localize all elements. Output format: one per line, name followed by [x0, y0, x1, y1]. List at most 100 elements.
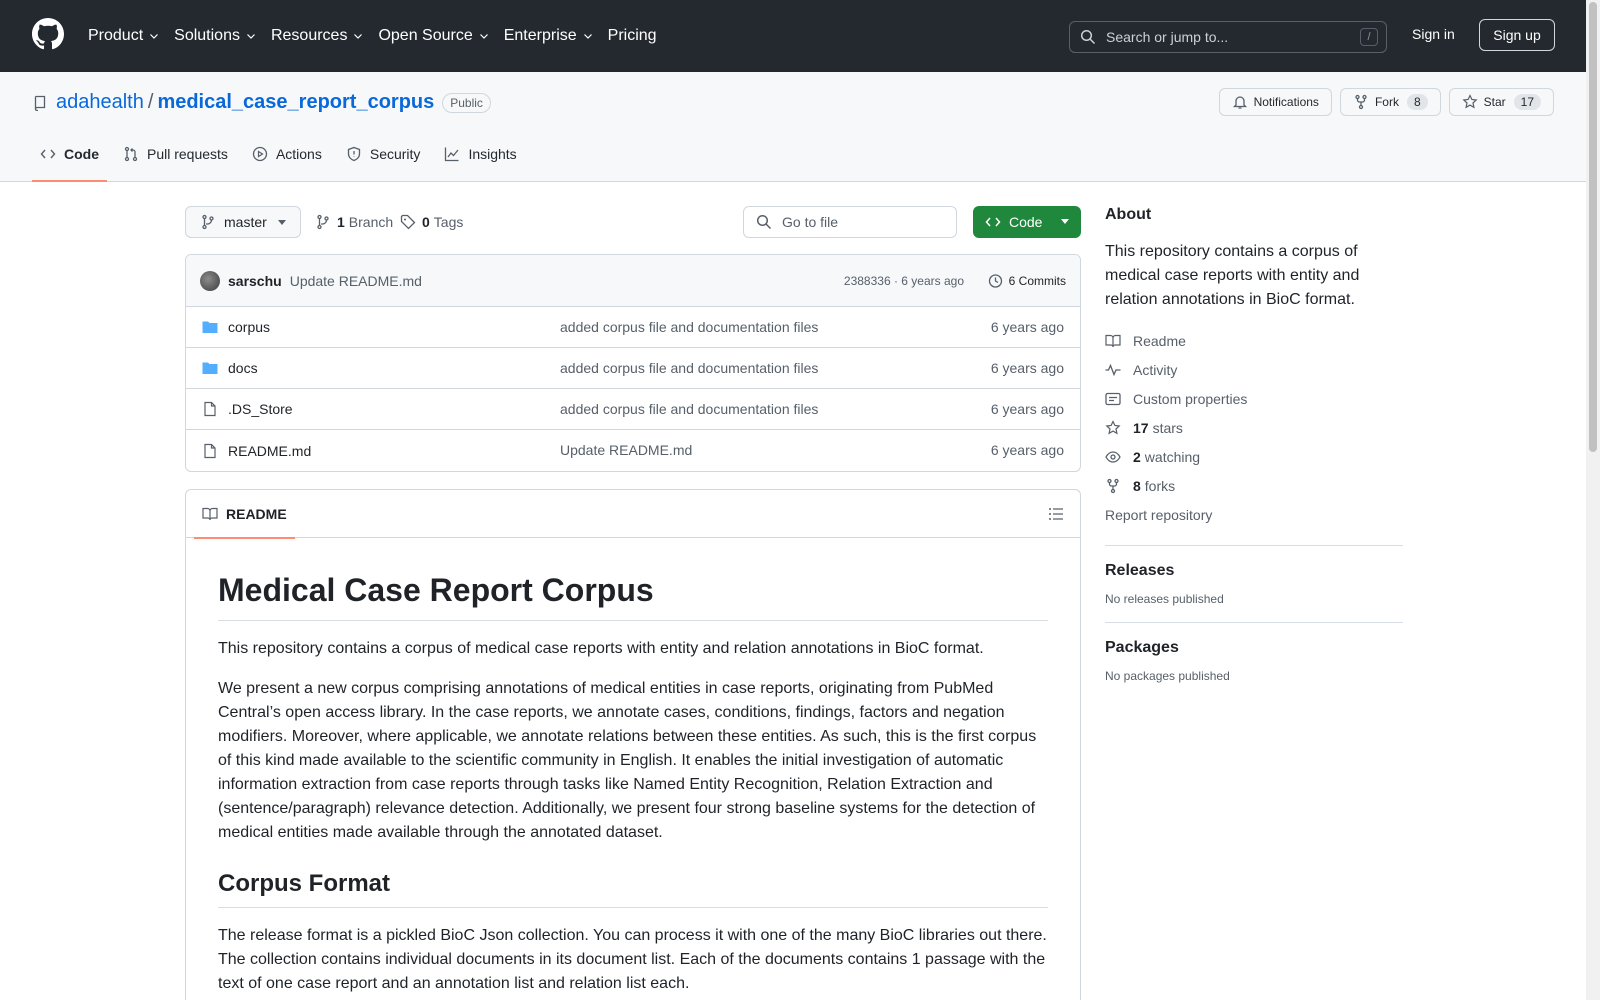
readme-tab-label: README — [226, 506, 287, 522]
stars-link[interactable]: 17 stars — [1105, 413, 1403, 442]
commits-history-link[interactable]: 6 Commits — [987, 273, 1066, 289]
nav-enterprise-label: Enterprise — [503, 27, 577, 44]
file-commit-message[interactable]: added corpus file and documentation file… — [560, 360, 818, 376]
tags-link[interactable]: 0 Tags — [400, 214, 463, 230]
readme-title: Medical Case Report Corpus — [218, 570, 1048, 621]
top-nav: Product Solutions Resources Open Source … — [88, 0, 671, 72]
avatar[interactable] — [200, 270, 220, 291]
sign-up-button[interactable]: Sign up — [1479, 19, 1555, 51]
fork-icon — [1107, 478, 1119, 493]
releases-heading[interactable]: Releases — [1105, 562, 1403, 580]
watching-count: 2 — [1133, 448, 1141, 465]
branch-label: Branch — [348, 214, 394, 230]
main-content: master 1 Branch 0 Tags Go to file Code s… — [185, 206, 1081, 1000]
file-commit-message[interactable]: Update README.md — [560, 442, 692, 458]
commit-author[interactable]: sarschu — [228, 273, 282, 289]
file-date: 6 years ago — [990, 401, 1064, 417]
folder-icon — [202, 321, 218, 333]
readme-header: README — [186, 490, 1080, 539]
nav-product-label: Product — [88, 27, 144, 44]
report-repository-link[interactable]: Report repository — [1105, 500, 1403, 529]
latest-commit: sarschu Update README.md 2388336 · 6 yea… — [186, 255, 1080, 307]
repo-header: adahealth / medical_case_report_corpus P… — [0, 72, 1586, 182]
file-toolbar: master 1 Branch 0 Tags Go to file Code — [185, 206, 1081, 238]
tab-security[interactable]: Security — [338, 138, 429, 182]
tab-actions[interactable]: Actions — [244, 138, 330, 182]
star-icon — [1105, 419, 1121, 434]
custom-properties-label: Custom properties — [1133, 390, 1248, 407]
star-label: Star — [1483, 95, 1506, 109]
book-icon — [202, 507, 218, 521]
forks-label: forks — [1144, 477, 1176, 494]
file-name[interactable]: docs — [228, 360, 258, 376]
code-dropdown-button[interactable]: Code — [973, 206, 1081, 238]
stars-count: 17 — [1133, 419, 1149, 436]
file-name[interactable]: .DS_Store — [228, 401, 293, 417]
readme-link[interactable]: Readme — [1105, 326, 1403, 355]
play-icon — [252, 146, 268, 162]
custom-properties-link[interactable]: Custom properties — [1105, 384, 1403, 413]
fork-icon — [1355, 94, 1367, 110]
watching-link[interactable]: 2 watching — [1105, 442, 1403, 471]
table-row[interactable]: corpus added corpus file and documentati… — [186, 307, 1080, 348]
chevron-down-icon — [247, 34, 255, 39]
commit-meta[interactable]: 2388336 · 6 years ago — [844, 274, 964, 288]
nav-solutions[interactable]: Solutions — [174, 27, 257, 45]
branch-selector[interactable]: master — [185, 206, 301, 238]
forks-link[interactable]: 8 forks — [1105, 471, 1403, 500]
eye-icon — [1105, 450, 1121, 463]
github-logo-icon[interactable] — [32, 18, 64, 50]
scrollbar-thumb[interactable] — [1589, 2, 1597, 452]
sign-in-link[interactable]: Sign in — [1412, 26, 1455, 42]
commit-message[interactable]: Update README.md — [290, 273, 422, 289]
branches-link[interactable]: 1 Branch — [315, 214, 393, 230]
tab-insights-label: Insights — [468, 146, 517, 162]
table-row[interactable]: docs added corpus file and documentation… — [186, 348, 1080, 389]
activity-link-label: Activity — [1133, 361, 1178, 378]
activity-link[interactable]: Activity — [1105, 355, 1403, 384]
divider — [1105, 545, 1403, 546]
repo-sidebar: About This repository contains a corpus … — [1105, 206, 1403, 683]
commits-count-label: 6 Commits — [1008, 274, 1066, 288]
list-unordered-icon[interactable] — [1048, 506, 1064, 522]
nav-enterprise[interactable]: Enterprise — [504, 27, 594, 45]
repo-name-link[interactable]: medical_case_report_corpus — [157, 91, 434, 114]
readme-tab[interactable]: README — [194, 490, 295, 539]
fork-button[interactable]: Fork 8 — [1339, 88, 1441, 116]
repo-owner-link[interactable]: adahealth — [56, 91, 144, 114]
go-to-file-input[interactable]: Go to file — [743, 206, 957, 238]
readme-panel: README Medical Case Report Corpus This r… — [185, 489, 1081, 1000]
search-input[interactable]: Search or jump to... / — [1069, 21, 1387, 53]
stars-label: stars — [1152, 419, 1183, 436]
packages-heading[interactable]: Packages — [1105, 639, 1403, 657]
readme-link-label: Readme — [1133, 332, 1186, 349]
nav-open-source[interactable]: Open Source — [378, 27, 489, 45]
star-button[interactable]: Star 17 — [1448, 88, 1554, 116]
tab-code[interactable]: Code — [32, 138, 107, 182]
tab-actions-label: Actions — [275, 146, 322, 162]
table-row[interactable]: README.md Update README.md 6 years ago — [186, 430, 1080, 471]
page-scrollbar[interactable] — [1586, 0, 1600, 1000]
file-commit-message[interactable]: added corpus file and documentation file… — [560, 401, 818, 417]
tab-pull-requests[interactable]: Pull requests — [115, 138, 236, 182]
nav-product[interactable]: Product — [88, 27, 160, 45]
releases-empty-text: No releases published — [1105, 592, 1224, 606]
nav-pricing[interactable]: Pricing — [608, 27, 657, 45]
file-name[interactable]: README.md — [228, 443, 311, 459]
chevron-down-icon — [479, 34, 488, 39]
file-name[interactable]: corpus — [228, 319, 270, 335]
tab-insights[interactable]: Insights — [436, 138, 524, 182]
nav-resources[interactable]: Resources — [271, 27, 364, 45]
notifications-button[interactable]: Notifications — [1218, 88, 1332, 116]
file-commit-message[interactable]: added corpus file and documentation file… — [560, 319, 818, 335]
code-button-label: Code — [1009, 214, 1043, 230]
tag-label: Tags — [433, 214, 464, 230]
pull-request-icon — [124, 146, 138, 162]
graph-icon — [445, 147, 459, 162]
caret-down-icon — [1061, 219, 1069, 224]
repo-path-separator: / — [147, 91, 154, 113]
history-icon — [988, 274, 1002, 288]
fork-count: 8 — [1406, 94, 1428, 110]
table-row[interactable]: .DS_Store added corpus file and document… — [186, 389, 1080, 430]
packages-empty-text: No packages published — [1105, 669, 1230, 683]
